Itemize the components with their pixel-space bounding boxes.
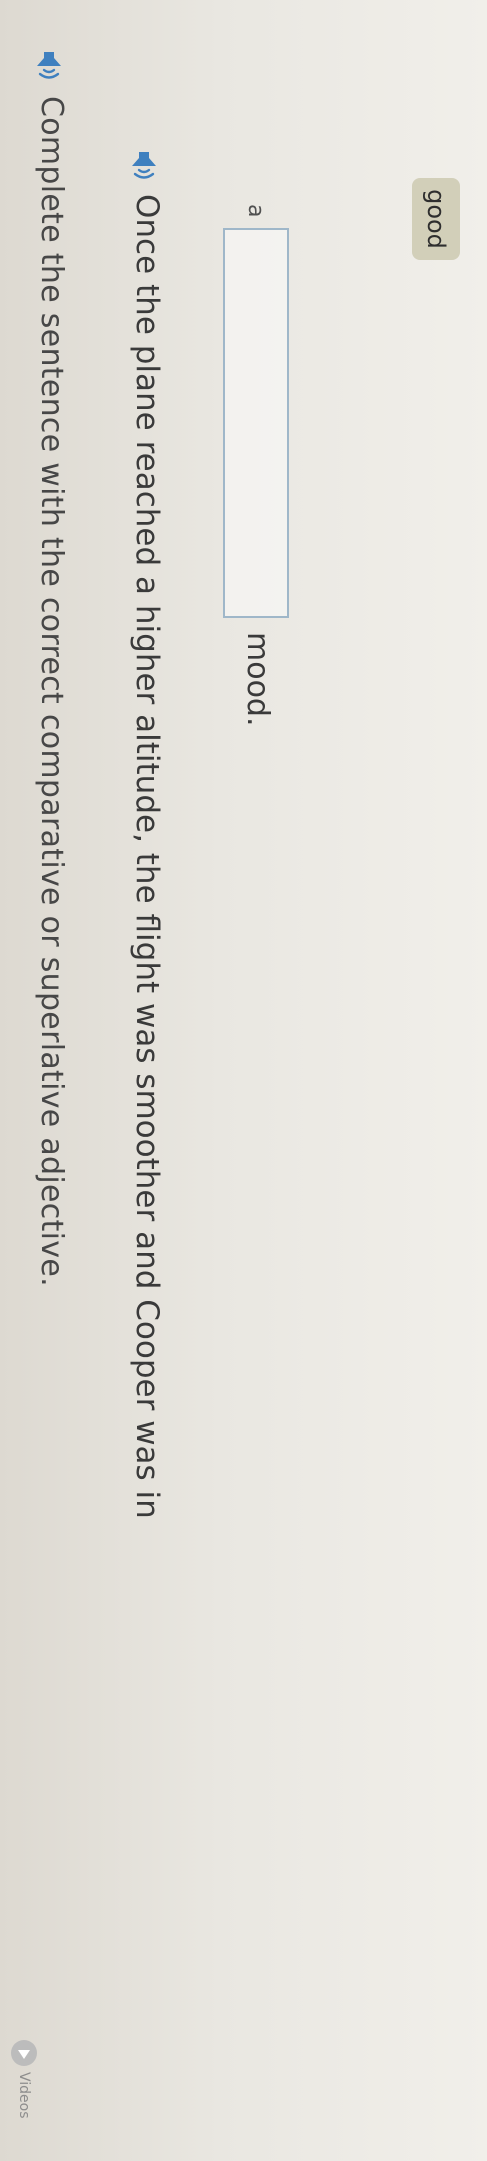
speaker-icon[interactable] — [36, 50, 62, 84]
blank-suffix-text: mood. — [240, 632, 275, 727]
videos-label: Videos — [16, 2072, 32, 2119]
speaker-icon[interactable] — [131, 150, 157, 184]
blank-prefix-text: a — [243, 204, 268, 218]
instruction-text: Complete the sentence with the correct c… — [34, 96, 69, 1287]
answer-drop-zone[interactable] — [223, 228, 289, 618]
play-icon — [11, 2040, 37, 2066]
exercise-panel: Complete the sentence with the correct c… — [0, 0, 487, 2161]
videos-button[interactable]: Videos — [11, 2040, 37, 2119]
question-sentence: Once the plane reached a higher altitude… — [129, 194, 165, 1519]
word-chip[interactable]: good — [412, 178, 460, 260]
